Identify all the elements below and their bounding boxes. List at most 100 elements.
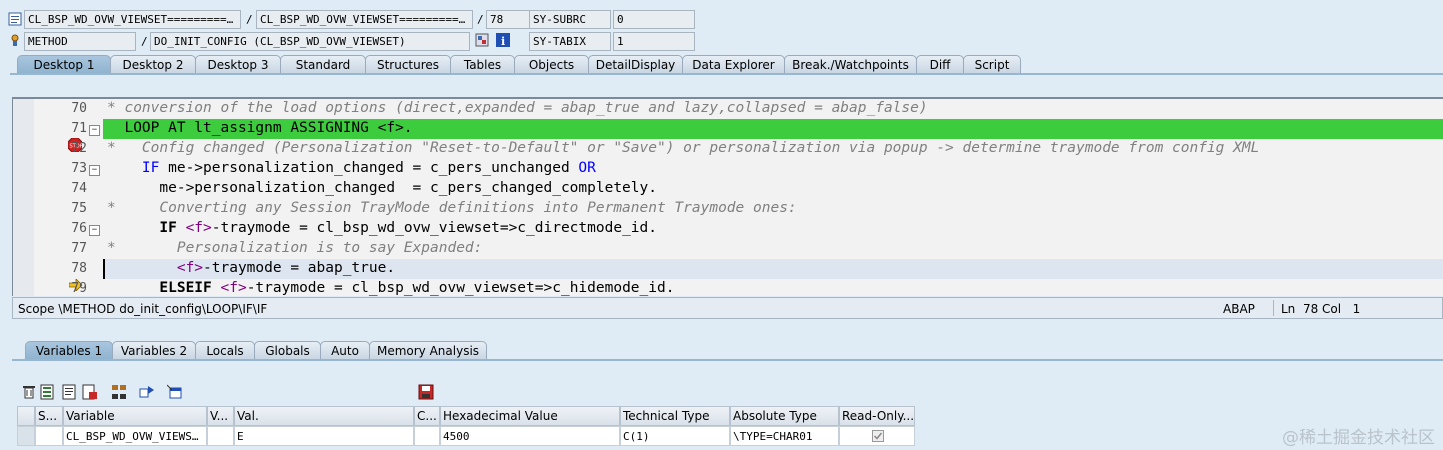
- cell-c: [414, 426, 440, 446]
- source-editor[interactable]: 70 * conversion of the load options (dir…: [12, 97, 1443, 296]
- tab-auto[interactable]: Auto: [320, 341, 370, 360]
- tab-locals[interactable]: Locals: [195, 341, 255, 360]
- code-line-71[interactable]: STOP 71 − LOOP AT lt_assignm ASSIGNING <…: [13, 119, 1443, 153]
- tab-globals[interactable]: Globals: [254, 341, 321, 360]
- breakpoint-stop-icon[interactable]: STOP: [16, 122, 83, 153]
- line-number: 79: [71, 281, 87, 296]
- code-text: IF me->personalization_changed = c_pers_…: [107, 160, 596, 176]
- code-line-79[interactable]: 79 ELSEIF <f>-traymode = cl_bsp_wd_ovw_v…: [13, 279, 1443, 296]
- sysvar-name-1: SY-SUBRC: [529, 10, 611, 29]
- tab-desktop-1[interactable]: Desktop 1: [17, 55, 111, 74]
- variable-tabs: Variables 1 Variables 2 Locals Globals A…: [25, 341, 487, 360]
- col-header-v[interactable]: V...: [207, 406, 234, 426]
- navigate-icon[interactable]: [139, 384, 155, 400]
- program-icon: [8, 12, 22, 26]
- row-selector[interactable]: [17, 426, 35, 446]
- code-line-73[interactable]: 73 − IF me->personalization_changed = c_…: [13, 159, 1443, 179]
- event-field[interactable]: DO_INIT_CONFIG (CL_BSP_WD_OVW_VIEWSET): [150, 32, 470, 51]
- code-text: * Personalization is to say Expanded:: [107, 240, 483, 256]
- tab-diff[interactable]: Diff: [916, 55, 964, 74]
- read-only-checkbox: [872, 430, 884, 442]
- code-text: me->personalization_changed = c_pers_cha…: [107, 180, 657, 196]
- line-number: 70: [71, 101, 87, 116]
- method-icon: [8, 33, 22, 47]
- tab-variables-1[interactable]: Variables 1: [25, 341, 113, 360]
- line-number: 74: [71, 181, 87, 196]
- col-header-c[interactable]: C...: [414, 406, 440, 426]
- line-number: 72: [71, 141, 87, 156]
- tab-memory-analysis[interactable]: Memory Analysis: [369, 341, 487, 360]
- tab-tables[interactable]: Tables: [450, 55, 515, 74]
- fold-toggle-icon[interactable]: −: [89, 125, 100, 136]
- fold-toggle-icon[interactable]: −: [89, 165, 100, 176]
- sysvar-value-2[interactable]: 1: [613, 32, 695, 51]
- current-position-arrow-icon: [17, 263, 83, 292]
- col-header-technical-type[interactable]: Technical Type: [620, 406, 730, 426]
- code-line-78[interactable]: 78 <f>-traymode = abap_true.: [13, 259, 1443, 292]
- tab-underline: [12, 359, 1443, 361]
- cell-technical-type: C(1): [620, 426, 730, 446]
- tab-standard[interactable]: Standard: [280, 55, 366, 74]
- svg-text:i: i: [501, 35, 505, 47]
- separator: /: [246, 13, 253, 26]
- col-header-value[interactable]: Val.: [234, 406, 414, 426]
- col-header-read-only[interactable]: Read-Only...: [839, 406, 915, 426]
- tab-script[interactable]: Script: [963, 55, 1021, 74]
- line-number: 75: [71, 201, 87, 216]
- line-number: 71: [71, 121, 87, 136]
- cell-hex-value: 4500: [440, 426, 620, 446]
- line-number: 73: [71, 161, 87, 176]
- editor-status-bar: Scope \METHOD do_init_config\LOOP\IF\IF …: [12, 297, 1443, 319]
- tab-detaildisplay[interactable]: DetailDisplay: [588, 55, 683, 74]
- tab-underline: [10, 73, 1443, 75]
- export-icon[interactable]: [82, 384, 98, 400]
- separator: /: [477, 13, 484, 26]
- delete-icon[interactable]: [21, 384, 37, 400]
- fold-toggle-icon[interactable]: −: [89, 225, 100, 236]
- code-line-72[interactable]: 72 * Config changed (Personalization "Re…: [13, 139, 1443, 159]
- line-field[interactable]: 78: [486, 10, 530, 29]
- code-text: IF <f>-traymode = cl_bsp_wd_ovw_viewset=…: [107, 220, 657, 236]
- new-window-icon[interactable]: [166, 384, 183, 400]
- watermark: @稀土掘金技术社区: [1282, 428, 1435, 448]
- spreadsheet-icon[interactable]: [40, 384, 56, 400]
- sysvar-name-2: SY-TABIX: [529, 32, 611, 51]
- code-line-77[interactable]: 77 * Personalization is to say Expanded:: [13, 239, 1443, 259]
- row-selector-header: [17, 406, 35, 426]
- code-text: * Config changed (Personalization "Reset…: [107, 140, 1260, 156]
- tab-objects[interactable]: Objects: [514, 55, 589, 74]
- code-line-75[interactable]: 75 * Converting any Session TrayMode def…: [13, 199, 1443, 219]
- cell-read-only: [839, 426, 915, 446]
- status-separator: [1273, 300, 1274, 316]
- col-header-hex-value[interactable]: Hexadecimal Value: [440, 406, 620, 426]
- cell-absolute-type: \TYPE=CHAR01: [730, 426, 839, 446]
- tab-breakpoints[interactable]: Break./Watchpoints: [784, 55, 917, 74]
- info-icon[interactable]: i: [496, 33, 510, 48]
- tab-desktop-2[interactable]: Desktop 2: [110, 55, 196, 74]
- code-line-76[interactable]: 76 − IF <f>-traymode = cl_bsp_wd_ovw_vie…: [13, 219, 1443, 239]
- col-header-variable[interactable]: Variable: [63, 406, 207, 426]
- tab-variables-2[interactable]: Variables 2: [112, 341, 196, 360]
- hierarchy-icon[interactable]: [111, 384, 127, 400]
- col-header-status[interactable]: S...: [35, 406, 63, 426]
- desktop-tabs: Desktop 1 Desktop 2 Desktop 3 Standard S…: [17, 55, 1021, 74]
- code-text: <f>-traymode = abap_true.: [107, 260, 396, 276]
- col-header-absolute-type[interactable]: Absolute Type: [730, 406, 839, 426]
- program-field[interactable]: CL_BSP_WD_OVW_VIEWSET=========…: [24, 10, 241, 29]
- code-text: ELSEIF <f>-traymode = cl_bsp_wd_ovw_view…: [107, 280, 675, 296]
- code-text: * conversion of the load options (direct…: [107, 100, 928, 116]
- sysvar-value-1[interactable]: 0: [613, 10, 695, 29]
- cell-value[interactable]: E: [234, 426, 414, 446]
- cell-status: [35, 426, 63, 446]
- code-line-74[interactable]: 74 me->personalization_changed = c_pers_…: [13, 179, 1443, 199]
- source-code-icon[interactable]: [475, 33, 489, 47]
- event-type-field[interactable]: METHOD: [24, 32, 136, 51]
- detail-view-icon[interactable]: [62, 384, 78, 400]
- code-line-70[interactable]: 70 * conversion of the load options (dir…: [13, 99, 1443, 119]
- save-icon[interactable]: [418, 384, 434, 400]
- tab-structures[interactable]: Structures: [365, 55, 451, 74]
- cell-variable[interactable]: CL_BSP_WD_OVW_VIEWS…: [63, 426, 207, 446]
- tab-desktop-3[interactable]: Desktop 3: [195, 55, 281, 74]
- tab-data-explorer[interactable]: Data Explorer: [682, 55, 785, 74]
- include-field[interactable]: CL_BSP_WD_OVW_VIEWSET=========…: [256, 10, 473, 29]
